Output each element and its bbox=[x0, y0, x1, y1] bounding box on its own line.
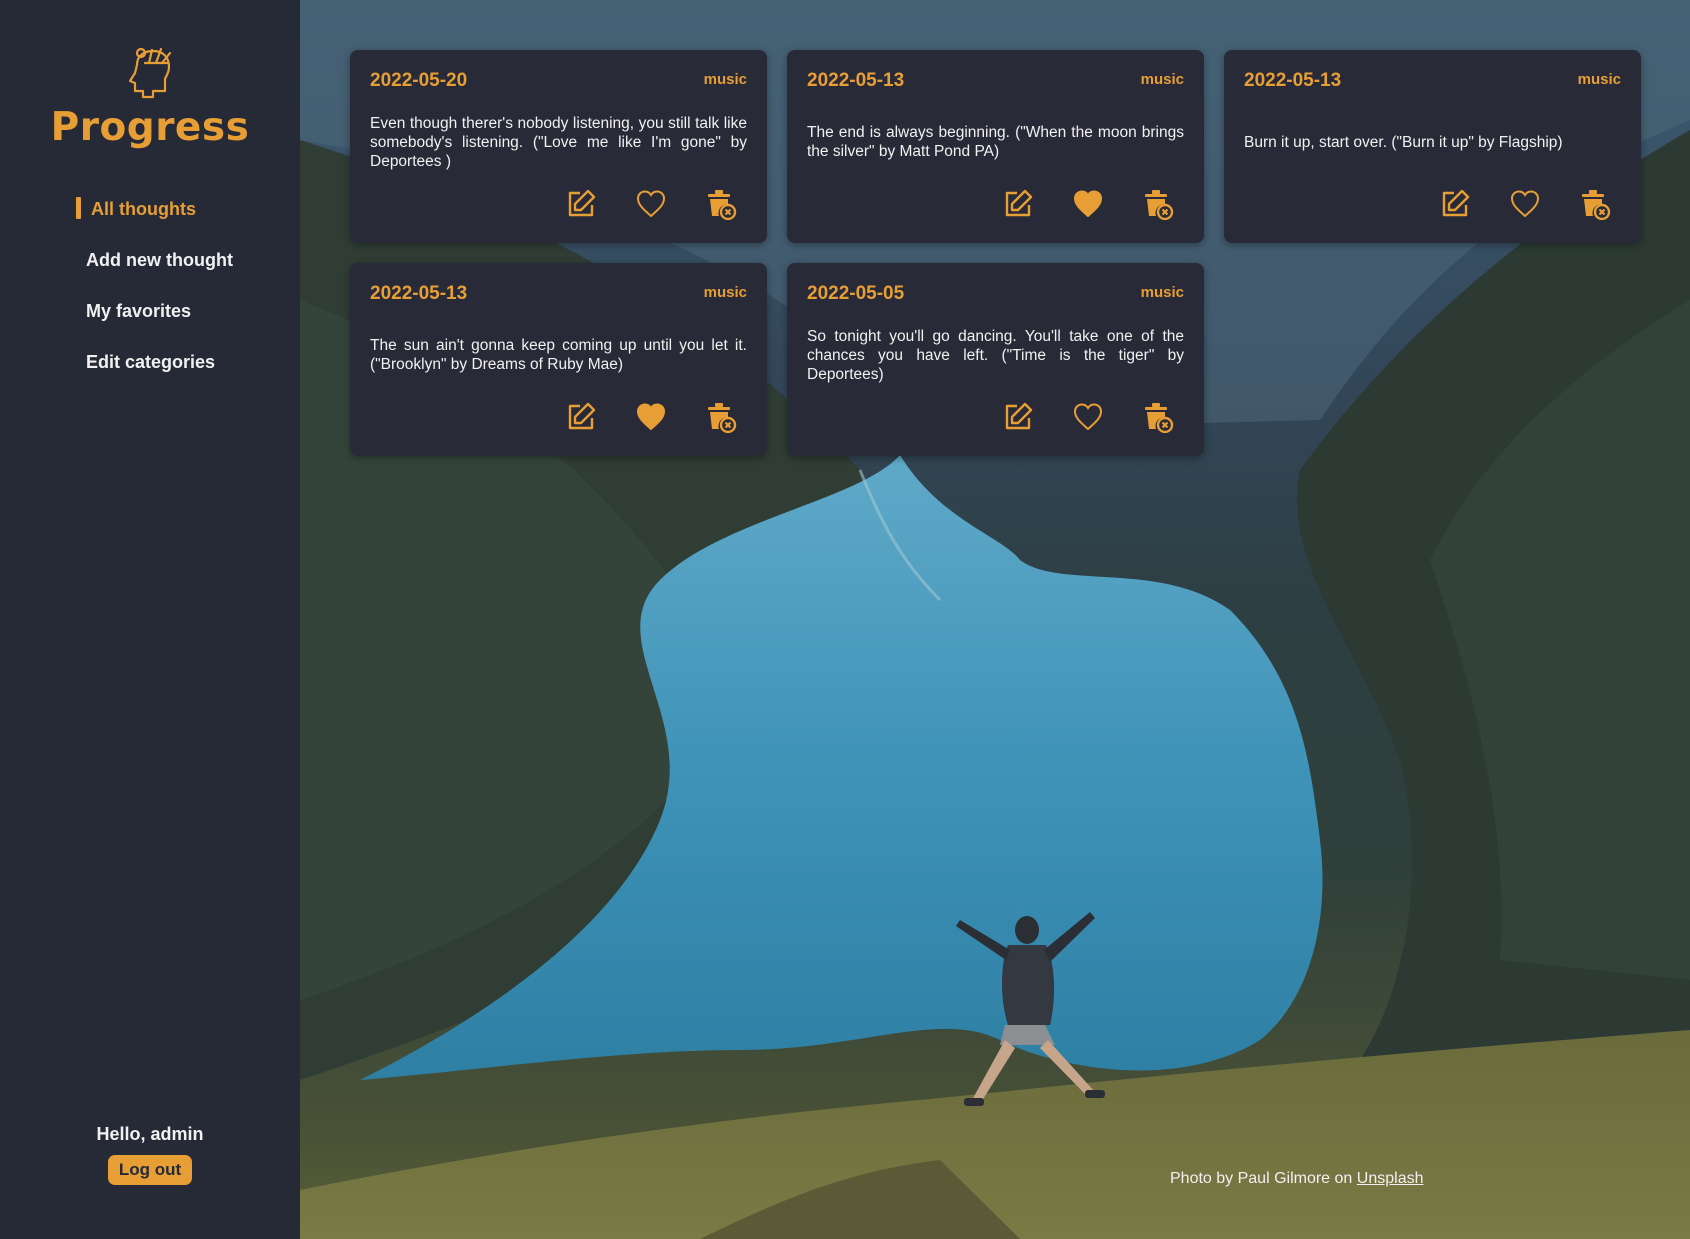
thought-date: 2022-05-05 bbox=[807, 283, 905, 304]
delete-button[interactable] bbox=[1142, 401, 1174, 434]
delete-button[interactable] bbox=[1142, 188, 1174, 221]
thought-category[interactable]: music bbox=[1578, 71, 1621, 88]
thought-actions bbox=[1439, 188, 1611, 221]
edit-icon bbox=[568, 189, 596, 217]
thought-date: 2022-05-13 bbox=[370, 283, 468, 304]
heart-icon bbox=[1073, 403, 1103, 431]
photo-credit: Photo by Paul Gilmore on Unsplash bbox=[1170, 1170, 1423, 1188]
head-ideas-icon bbox=[128, 47, 172, 99]
user-greeting: Hello, admin bbox=[96, 1124, 204, 1144]
edit-button[interactable] bbox=[565, 401, 597, 433]
thought-text-content: So tonight you'll go dancing. You'll tak… bbox=[807, 327, 1184, 383]
delete-button[interactable] bbox=[705, 188, 737, 221]
trash-icon bbox=[1145, 403, 1174, 434]
favorite-button[interactable] bbox=[1509, 188, 1541, 220]
thought-card: 2022-05-13 music The end is always begin… bbox=[787, 50, 1204, 243]
heart-filled-icon bbox=[636, 403, 666, 431]
photo-credit-text: Photo by Paul Gilmore on bbox=[1170, 1170, 1353, 1187]
thought-date: 2022-05-13 bbox=[807, 70, 905, 91]
thought-text: Burn it up, start over. ("Burn it up" by… bbox=[1244, 112, 1621, 172]
edit-icon bbox=[1005, 402, 1033, 430]
thought-date: 2022-05-20 bbox=[370, 70, 468, 91]
thought-date: 2022-05-13 bbox=[1244, 70, 1342, 91]
sidebar: Progress All thoughts Add new thought My… bbox=[0, 0, 300, 1239]
favorite-button[interactable] bbox=[1072, 401, 1104, 433]
thought-actions bbox=[1002, 401, 1174, 434]
edit-icon bbox=[1442, 189, 1470, 217]
trash-icon bbox=[1145, 190, 1174, 221]
edit-button[interactable] bbox=[1002, 401, 1034, 433]
nav-item-my-favorites[interactable]: My favorites bbox=[0, 292, 300, 343]
edit-icon bbox=[568, 402, 596, 430]
edit-button[interactable] bbox=[1439, 188, 1471, 220]
nav-item-edit-categories[interactable]: Edit categories bbox=[0, 343, 300, 394]
nav-item-all-thoughts[interactable]: All thoughts bbox=[0, 190, 300, 241]
thought-category[interactable]: music bbox=[704, 284, 747, 301]
delete-button[interactable] bbox=[705, 401, 737, 434]
thought-text-content: Burn it up, start over. ("Burn it up" by… bbox=[1244, 133, 1563, 151]
heart-filled-icon bbox=[1073, 190, 1103, 218]
thought-text: So tonight you'll go dancing. You'll tak… bbox=[807, 325, 1184, 385]
thought-actions bbox=[565, 188, 737, 221]
thought-actions bbox=[565, 401, 737, 434]
thought-text-content: The end is always beginning. ("When the … bbox=[807, 124, 1184, 160]
main-content: 2022-05-20 music Even though therer's no… bbox=[300, 0, 1690, 1239]
main-nav: All thoughts Add new thought My favorite… bbox=[0, 190, 300, 394]
thought-actions bbox=[1002, 188, 1174, 221]
thought-text: Even though therer's nobody listening, y… bbox=[370, 112, 747, 172]
nav-item-add-new-thought[interactable]: Add new thought bbox=[0, 241, 300, 292]
thought-text-content: The sun ain't gonna keep coming up until… bbox=[370, 337, 747, 373]
app-name: Progress bbox=[50, 105, 250, 150]
delete-button[interactable] bbox=[1579, 188, 1611, 221]
thought-text: The sun ain't gonna keep coming up until… bbox=[370, 325, 747, 385]
thought-category[interactable]: music bbox=[704, 71, 747, 88]
edit-icon bbox=[1005, 189, 1033, 217]
trash-icon bbox=[708, 190, 737, 221]
app-logo[interactable]: Progress bbox=[0, 45, 300, 150]
favorite-button[interactable] bbox=[635, 401, 667, 433]
heart-icon bbox=[1510, 190, 1540, 218]
thought-category[interactable]: music bbox=[1141, 284, 1184, 301]
thought-card: 2022-05-13 music The sun ain't gonna kee… bbox=[350, 263, 767, 456]
favorite-button[interactable] bbox=[635, 188, 667, 220]
edit-button[interactable] bbox=[1002, 188, 1034, 220]
thought-card: 2022-05-05 music So tonight you'll go da… bbox=[787, 263, 1204, 456]
trash-icon bbox=[708, 403, 737, 434]
logout-button[interactable]: Log out bbox=[107, 1155, 193, 1185]
edit-button[interactable] bbox=[565, 188, 597, 220]
heart-icon bbox=[636, 190, 666, 218]
favorite-button[interactable] bbox=[1072, 188, 1104, 220]
unsplash-link[interactable]: Unsplash bbox=[1357, 1170, 1424, 1187]
thought-category[interactable]: music bbox=[1141, 71, 1184, 88]
thought-text-content: Even though therer's nobody listening, y… bbox=[370, 114, 747, 170]
thought-card: 2022-05-13 music Burn it up, start over.… bbox=[1224, 50, 1641, 243]
thought-text: The end is always beginning. ("When the … bbox=[807, 112, 1184, 172]
trash-icon bbox=[1582, 190, 1611, 221]
user-area: Hello, admin Log out bbox=[0, 1124, 300, 1185]
thought-card: 2022-05-20 music Even though therer's no… bbox=[350, 50, 767, 243]
